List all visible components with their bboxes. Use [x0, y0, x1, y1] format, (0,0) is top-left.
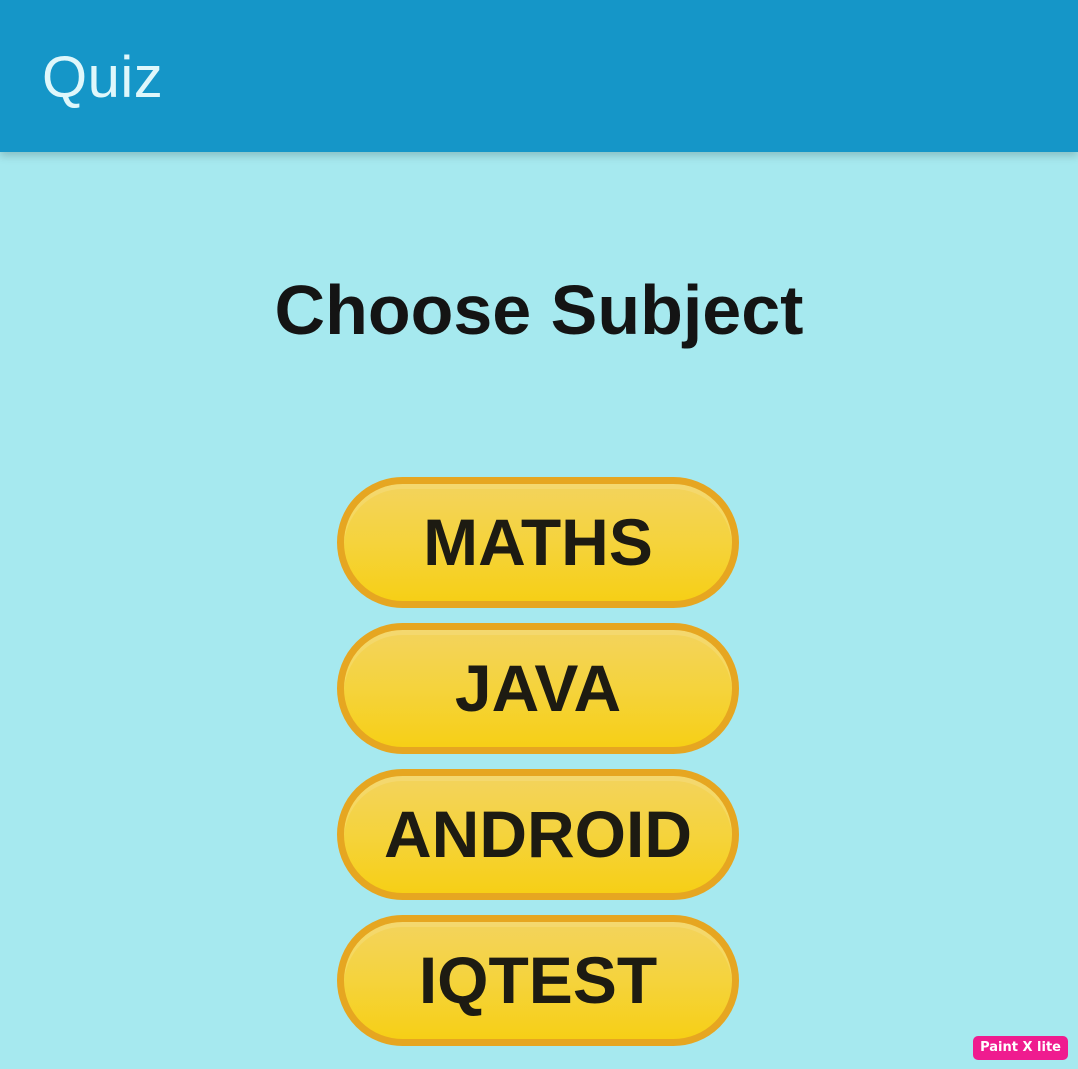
paint-x-lite-watermark: Paint X lite	[973, 1036, 1068, 1060]
iqtest-button-label: IQTEST	[418, 943, 658, 1017]
app-bar: Quiz	[0, 0, 1078, 152]
app-title: Quiz	[42, 45, 164, 110]
choose-subject-heading: Choose Subject	[274, 270, 804, 349]
android-subject-button[interactable]: ANDROID	[337, 769, 739, 900]
maths-subject-button[interactable]: MATHS	[337, 477, 739, 608]
java-subject-button[interactable]: JAVA	[337, 623, 739, 754]
android-button-label: ANDROID	[384, 797, 692, 871]
iqtest-subject-button[interactable]: IQTEST	[337, 915, 739, 1046]
subject-list: MATHS JAVA ANDROID IQTEST	[337, 477, 739, 1061]
java-button-label: JAVA	[454, 651, 622, 725]
maths-button-label: MATHS	[423, 505, 653, 579]
